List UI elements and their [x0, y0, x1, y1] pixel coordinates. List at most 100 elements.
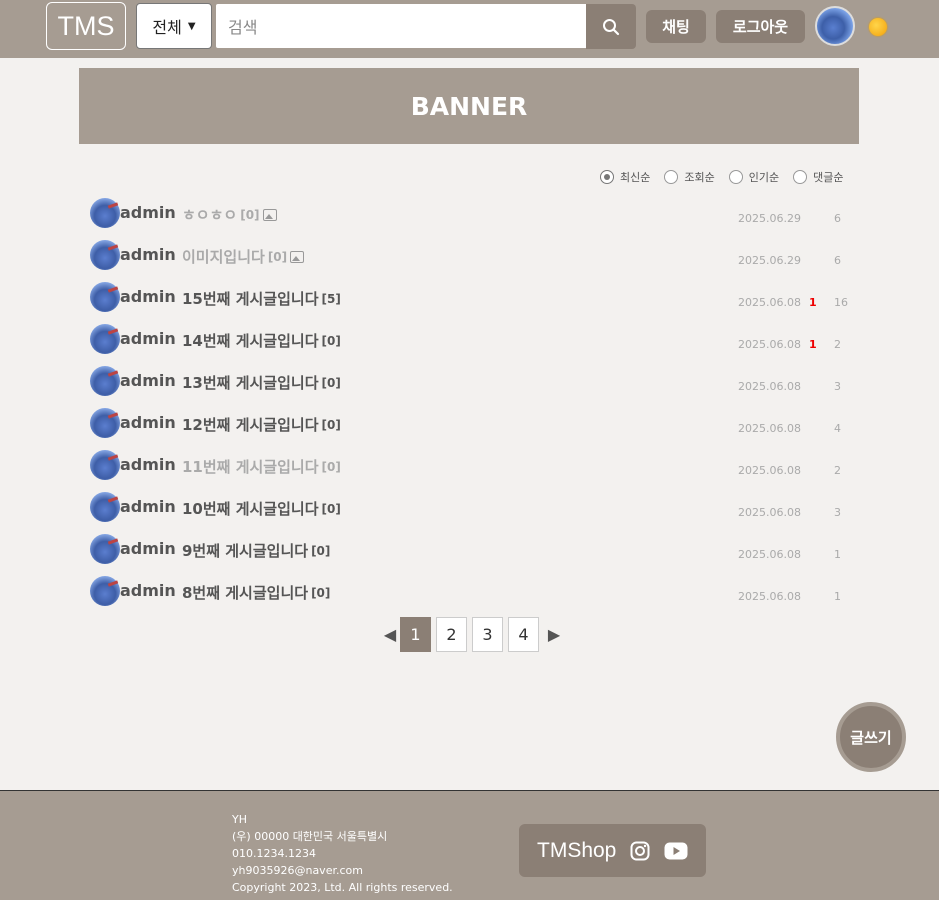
- post-author[interactable]: admin: [120, 581, 176, 600]
- prev-page-icon[interactable]: ◀: [380, 625, 400, 644]
- like-count: 1: [809, 296, 817, 309]
- view-count: 6: [834, 254, 841, 267]
- search-input[interactable]: 검색: [216, 4, 586, 48]
- author-avatar: [90, 534, 120, 564]
- view-count: 3: [834, 506, 841, 519]
- post-row[interactable]: admin 11번째 게시글입니다 [0] 2025.06.08 2: [88, 448, 858, 490]
- post-title-wrap[interactable]: 11번째 게시글입니다 [0]: [182, 456, 341, 477]
- sort-option[interactable]: 댓글순: [793, 169, 844, 185]
- post-title[interactable]: 13번째 게시글입니다: [182, 372, 319, 393]
- footer-line: Copyright 2023, Ltd. All rights reserved…: [232, 881, 453, 894]
- top-header: TMS 전체 ▼ 검색 채팅 로그아웃: [0, 0, 939, 58]
- avatar[interactable]: [815, 6, 855, 46]
- post-author[interactable]: admin: [120, 329, 176, 348]
- post-title[interactable]: ㅎㅇㅎㅇ: [182, 204, 237, 225]
- sort-option[interactable]: 최신순: [600, 169, 650, 185]
- view-count: 16: [834, 296, 848, 309]
- author-avatar: [90, 198, 120, 228]
- post-title[interactable]: 11번째 게시글입니다: [182, 456, 319, 477]
- post-title-wrap[interactable]: ㅎㅇㅎㅇ [0]: [182, 204, 277, 225]
- next-page-icon[interactable]: ▶: [544, 625, 564, 644]
- sort-radio[interactable]: [728, 170, 743, 184]
- author-avatar: [90, 450, 120, 480]
- post-title[interactable]: 10번째 게시글입니다: [182, 498, 319, 519]
- post-title-wrap[interactable]: 13번째 게시글입니다 [0]: [182, 372, 341, 393]
- post-date: 2025.06.08: [738, 506, 801, 519]
- post-row[interactable]: admin 14번째 게시글입니다 [0] 2025.06.08 1 2: [88, 322, 858, 364]
- logout-button[interactable]: 로그아웃: [716, 10, 805, 43]
- comment-count: [5]: [321, 291, 341, 306]
- category-select[interactable]: 전체 ▼: [136, 3, 212, 49]
- chat-button[interactable]: 채팅: [646, 10, 706, 43]
- youtube-icon[interactable]: [664, 842, 688, 860]
- post-author[interactable]: admin: [120, 539, 176, 558]
- post-author[interactable]: admin: [120, 497, 176, 516]
- post-row[interactable]: admin 이미지입니다 [0] 2025.06.29 6: [88, 238, 858, 280]
- post-title[interactable]: 14번째 게시글입니다: [182, 330, 319, 351]
- instagram-icon[interactable]: [630, 841, 650, 861]
- post-author[interactable]: admin: [120, 371, 176, 390]
- post-author[interactable]: admin: [120, 287, 176, 306]
- post-author[interactable]: admin: [120, 203, 176, 222]
- post-author[interactable]: admin: [120, 245, 176, 264]
- post-date: 2025.06.29: [738, 212, 801, 225]
- sort-option[interactable]: 인기순: [728, 169, 780, 185]
- banner: BANNER: [79, 68, 859, 144]
- post-title-wrap[interactable]: 12번째 게시글입니다 [0]: [182, 414, 341, 435]
- post-date: 2025.06.08: [738, 548, 801, 561]
- page-button[interactable]: 2: [436, 617, 467, 652]
- view-count: 6: [834, 212, 841, 225]
- footer-line: 010.1234.1234: [232, 847, 316, 860]
- view-count: 1: [834, 590, 841, 603]
- sort-option[interactable]: 조회순: [664, 169, 715, 185]
- sort-radio[interactable]: [793, 170, 808, 184]
- post-row[interactable]: admin ㅎㅇㅎㅇ [0] 2025.06.29 6: [88, 196, 858, 238]
- comment-count: [0]: [321, 375, 341, 390]
- write-button[interactable]: 글쓰기: [836, 702, 906, 772]
- post-title-wrap[interactable]: 8번째 게시글입니다 [0]: [182, 582, 330, 603]
- footer-line: yh9035926@naver.com: [232, 864, 363, 877]
- like-count: 1: [809, 338, 817, 351]
- post-title-wrap[interactable]: 14번째 게시글입니다 [0]: [182, 330, 341, 351]
- post-title[interactable]: 8번째 게시글입니다: [182, 582, 308, 603]
- post-title[interactable]: 이미지입니다: [182, 246, 265, 267]
- view-count: 1: [834, 548, 841, 561]
- sort-radio[interactable]: [664, 170, 679, 184]
- post-row[interactable]: admin 9번째 게시글입니다 [0] 2025.06.08 1: [88, 532, 858, 574]
- post-title[interactable]: 15번째 게시글입니다: [182, 288, 319, 309]
- post-title-wrap[interactable]: 9번째 게시글입니다 [0]: [182, 540, 330, 561]
- post-title[interactable]: 12번째 게시글입니다: [182, 414, 319, 435]
- search-icon: [603, 18, 620, 35]
- post-row[interactable]: admin 8번째 게시글입니다 [0] 2025.06.08 1: [88, 574, 858, 616]
- page-button[interactable]: 3: [472, 617, 503, 652]
- footer-brand-box: TMShop: [519, 824, 706, 877]
- sort-label: 인기순: [748, 171, 780, 184]
- post-date: 2025.06.08: [738, 296, 801, 309]
- author-avatar: [90, 576, 120, 606]
- post-title-wrap[interactable]: 이미지입니다 [0]: [182, 246, 305, 267]
- post-title-wrap[interactable]: 10번째 게시글입니다 [0]: [182, 498, 341, 519]
- category-select-value: 전체: [152, 18, 182, 37]
- view-count: 4: [834, 422, 841, 435]
- logo[interactable]: TMS: [46, 2, 126, 50]
- page-button[interactable]: 4: [508, 617, 539, 652]
- sort-radio[interactable]: [600, 170, 614, 184]
- post-author[interactable]: admin: [120, 413, 176, 432]
- image-attachment-icon: [290, 250, 305, 263]
- search-button[interactable]: [586, 4, 636, 49]
- post-date: 2025.06.08: [738, 338, 801, 351]
- post-row[interactable]: admin 12번째 게시글입니다 [0] 2025.06.08 4: [88, 406, 858, 448]
- post-author[interactable]: admin: [120, 455, 176, 474]
- post-row[interactable]: admin 15번째 게시글입니다 [5] 2025.06.08 1 16: [88, 280, 858, 322]
- post-title-wrap[interactable]: 15번째 게시글입니다 [5]: [182, 288, 341, 309]
- author-avatar: [90, 366, 120, 396]
- post-row[interactable]: admin 10번째 게시글입니다 [0] 2025.06.08 3: [88, 490, 858, 532]
- footer-brand[interactable]: TMShop: [537, 839, 616, 863]
- post-title[interactable]: 9번째 게시글입니다: [182, 540, 308, 561]
- page-button[interactable]: 1: [400, 617, 431, 652]
- theme-toggle-sun-icon[interactable]: [869, 18, 887, 36]
- comment-count: [0]: [240, 207, 260, 222]
- post-row[interactable]: admin 13번째 게시글입니다 [0] 2025.06.08 3: [88, 364, 858, 406]
- post-date: 2025.06.08: [738, 590, 801, 603]
- comment-count: [0]: [321, 459, 341, 474]
